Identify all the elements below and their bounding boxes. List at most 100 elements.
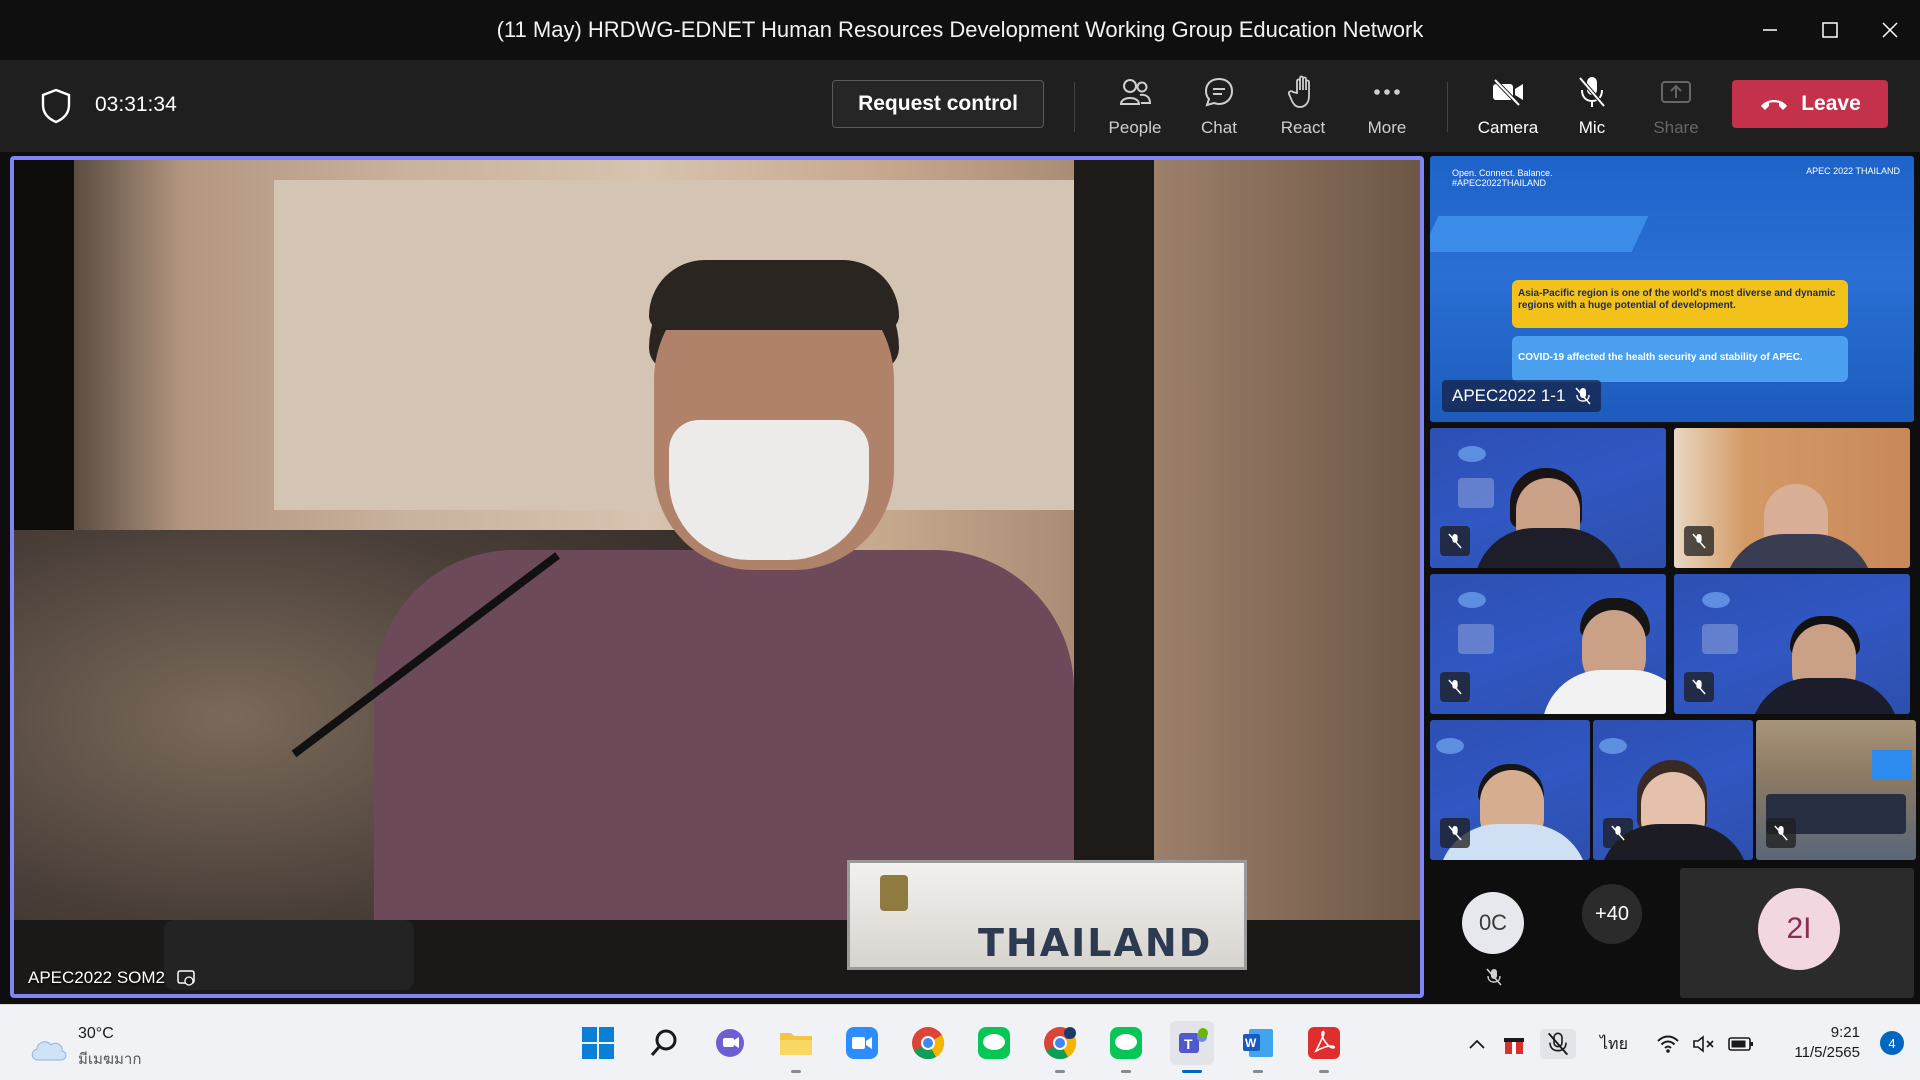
react-button[interactable]: React <box>1265 74 1341 144</box>
line-icon <box>1110 1027 1142 1059</box>
mic-muted-icon <box>1603 818 1633 848</box>
slide-header: Open. Connect. Balance. #APEC2022THAILAN… <box>1452 168 1553 188</box>
quick-settings-button[interactable] <box>1656 1029 1754 1059</box>
close-icon <box>1882 22 1898 38</box>
camera-off-icon <box>1493 78 1523 106</box>
meeting-timer: 03:31:34 <box>95 93 177 116</box>
participant-tile[interactable] <box>1674 428 1910 568</box>
people-button[interactable]: People <box>1097 74 1173 144</box>
chat-app-icon <box>716 1029 744 1057</box>
windows-taskbar: 30°C มีเมฆมาก T W ไทย 9:21 11/5/2565 4 <box>0 1004 1920 1080</box>
mic-button[interactable]: Mic <box>1554 74 1630 144</box>
chrome-app[interactable] <box>906 1021 950 1065</box>
minimize-icon <box>1763 29 1777 31</box>
people-icon <box>1119 79 1151 105</box>
slide-box-2: COVID-19 affected the health security an… <box>1512 336 1848 382</box>
participant-avatar[interactable]: 0C <box>1462 892 1524 954</box>
participant-avatar: 2I <box>1758 888 1840 970</box>
participant-tile[interactable] <box>1674 574 1910 714</box>
teams-app[interactable]: T <box>1170 1021 1214 1073</box>
mic-muted-icon <box>1440 526 1470 556</box>
people-label: People <box>1108 118 1162 137</box>
participant-tile[interactable]: 2I <box>1680 868 1914 998</box>
line-app-2[interactable] <box>1104 1021 1148 1073</box>
more-participants-button[interactable]: +40 <box>1582 884 1642 944</box>
search-button[interactable] <box>642 1021 686 1065</box>
share-label: Share <box>1653 118 1699 137</box>
camera-button[interactable]: Camera <box>1470 74 1546 144</box>
weather-widget[interactable]: 30°C มีเมฆมาก <box>28 1025 141 1071</box>
mic-muted-icon <box>1575 387 1592 405</box>
tray-app-icon[interactable] <box>1502 1029 1526 1059</box>
chrome-icon <box>912 1027 945 1060</box>
presentation-tile[interactable]: Open. Connect. Balance. #APEC2022THAILAN… <box>1430 156 1914 422</box>
share-button[interactable]: Share <box>1638 74 1714 144</box>
mic-muted-icon <box>1684 526 1714 556</box>
mic-label: Mic <box>1578 118 1606 137</box>
taskbar-clock[interactable]: 9:21 11/5/2565 <box>1794 1023 1860 1063</box>
chrome-profile-app[interactable] <box>1038 1021 1082 1073</box>
raise-hand-icon <box>1288 75 1310 108</box>
maximize-button[interactable] <box>1800 0 1860 60</box>
phone-hangup-icon <box>1761 100 1788 110</box>
maximize-icon <box>1822 22 1838 38</box>
request-control-button[interactable]: Request control <box>832 80 1044 128</box>
word-icon: W <box>1243 1029 1273 1057</box>
wifi-icon <box>1657 1035 1679 1053</box>
mic-off-icon <box>1578 76 1606 108</box>
language-indicator[interactable]: ไทย <box>1600 1029 1628 1059</box>
participant-tile[interactable] <box>1430 574 1666 714</box>
mic-muted-icon <box>1440 672 1470 702</box>
chevron-up-icon <box>1469 1039 1485 1049</box>
meeting-stage: THAILAND APEC2022 SOM2 Open. Connect. Ba… <box>0 152 1920 1004</box>
overflow-row: 0C +40 2I <box>1430 868 1914 1004</box>
window-controls <box>1740 0 1920 60</box>
room-screen <box>1872 750 1912 780</box>
mic-muted-icon <box>1766 818 1796 848</box>
apec-logo <box>1599 738 1627 754</box>
more-label: More <box>1367 118 1407 137</box>
emblem-icon <box>880 875 908 911</box>
weather-desc: มีเมฆมาก <box>78 1051 142 1068</box>
more-button[interactable]: More <box>1349 74 1425 144</box>
mic-muted-icon <box>1440 818 1470 848</box>
mic-muted-icon <box>1684 672 1714 702</box>
camera-label: Camera <box>1477 118 1539 137</box>
face-mask <box>669 420 869 560</box>
chat-button[interactable]: Chat <box>1181 74 1257 144</box>
teams-icon: T <box>1179 1028 1208 1053</box>
weather-temp: 30°C <box>78 1025 114 1042</box>
window-title: (11 May) HRDWG-EDNET Human Resources Dev… <box>496 17 1424 42</box>
file-explorer-app[interactable] <box>774 1021 818 1073</box>
apec-logo <box>1458 592 1486 608</box>
mic-muted-icon <box>1486 968 1502 986</box>
minimize-button[interactable] <box>1740 0 1800 60</box>
apec-logo <box>1436 738 1464 754</box>
participant-tile[interactable] <box>1593 720 1753 860</box>
word-app[interactable]: W <box>1236 1021 1280 1073</box>
start-button[interactable] <box>576 1021 620 1065</box>
main-participant-name: APEC2022 SOM2 <box>28 968 166 987</box>
mic-tray-button[interactable] <box>1540 1029 1576 1059</box>
teams-chat-app[interactable] <box>708 1021 752 1065</box>
line-icon <box>978 1027 1010 1059</box>
show-hidden-icons-button[interactable] <box>1468 1029 1486 1059</box>
main-participant-label: APEC2022 SOM2 <box>28 968 195 988</box>
participant-tile[interactable] <box>1756 720 1916 860</box>
participant-tile[interactable] <box>1430 428 1666 568</box>
main-video-tile[interactable]: THAILAND APEC2022 SOM2 <box>10 156 1424 998</box>
notification-badge[interactable]: 4 <box>1880 1031 1904 1055</box>
presentation-participant-label: APEC2022 1-1 <box>1442 380 1602 412</box>
close-button[interactable] <box>1860 0 1920 60</box>
zoom-app[interactable] <box>840 1021 884 1065</box>
video-frame: THAILAND <box>14 160 1420 994</box>
pdf-icon <box>1308 1027 1340 1059</box>
participant-tile[interactable] <box>1430 720 1590 860</box>
slide-box-1: Asia-Pacific region is one of the world'… <box>1512 280 1848 328</box>
acrobat-app[interactable] <box>1302 1021 1346 1073</box>
folder-icon <box>780 1033 812 1055</box>
title-bar: (11 May) HRDWG-EDNET Human Resources Dev… <box>0 0 1920 60</box>
mic-muted-icon <box>1547 1032 1569 1056</box>
leave-button[interactable]: Leave <box>1732 80 1888 128</box>
line-app[interactable] <box>972 1021 1016 1065</box>
